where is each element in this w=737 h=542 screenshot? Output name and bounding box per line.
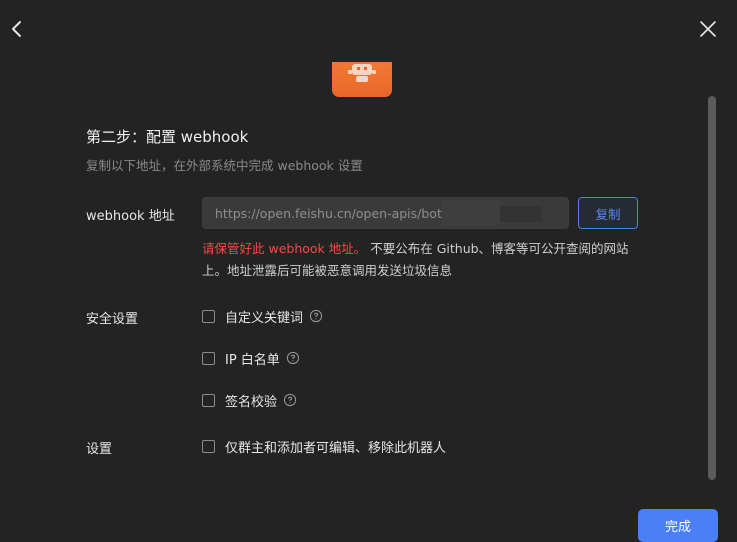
redaction-mark: [500, 206, 542, 222]
close-icon[interactable]: [697, 18, 719, 40]
security-option-keywords[interactable]: 自定义关键词: [202, 307, 323, 326]
scrollbar[interactable]: [708, 96, 716, 480]
option-label: 仅群主和添加者可编辑、移除此机器人: [225, 440, 447, 456]
bot-logo: [332, 62, 392, 97]
help-circle-icon[interactable]: [309, 309, 323, 323]
checkbox[interactable]: [202, 309, 215, 323]
checkbox[interactable]: [202, 351, 215, 365]
option-label: 自定义关键词: [225, 310, 304, 326]
webhook-label: webhook 地址: [86, 209, 175, 224]
step-description: 复制以下地址，在外部系统中完成 webhook 设置: [86, 158, 363, 173]
option-label: 签名校验: [225, 394, 278, 410]
security-settings-label: 安全设置: [86, 312, 139, 327]
webhook-warning: 请保管好此 webhook 地址。 不要公布在 Github、博客等可公开查阅的…: [202, 238, 647, 282]
done-button[interactable]: 完成: [638, 509, 718, 542]
security-option-signature[interactable]: 签名校验: [202, 391, 297, 410]
help-circle-icon[interactable]: [286, 351, 300, 365]
copy-button[interactable]: 复制: [578, 197, 638, 229]
settings-option-owner-edit[interactable]: 仅群主和添加者可编辑、移除此机器人: [202, 437, 447, 456]
checkbox[interactable]: [202, 393, 215, 407]
chevron-left-icon[interactable]: [6, 18, 28, 40]
redaction-mark: [442, 200, 500, 226]
robot-icon: [348, 64, 376, 82]
step-title: 第二步：配置 webhook: [86, 128, 249, 146]
warning-emphasis: 请保管好此 webhook 地址。: [202, 241, 367, 256]
settings-label: 设置: [86, 442, 113, 457]
scrollbar-thumb[interactable]: [708, 96, 716, 480]
security-option-ip-whitelist[interactable]: IP 白名单: [202, 349, 300, 368]
checkbox[interactable]: [202, 439, 215, 453]
help-circle-icon[interactable]: [283, 393, 297, 407]
option-label: IP 白名单: [225, 352, 280, 368]
